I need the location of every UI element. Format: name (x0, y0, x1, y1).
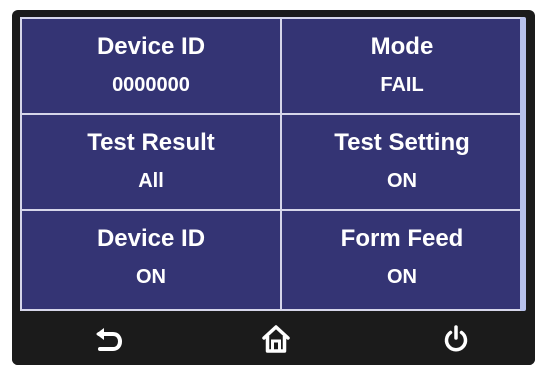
home-button[interactable] (258, 323, 294, 355)
bottom-nav-bar (12, 313, 535, 365)
device-screen: Device ID 0000000 Mode FAIL Test Result … (12, 10, 535, 365)
setting-label: Device ID (96, 33, 206, 60)
setting-label: Test Setting (334, 129, 470, 156)
setting-value: ON (387, 266, 417, 288)
back-button[interactable] (90, 323, 126, 355)
setting-value: FAIL (380, 74, 424, 96)
home-icon (262, 325, 290, 353)
setting-device-id-print[interactable]: Device ID ON (20, 209, 282, 311)
setting-value: ON (387, 170, 417, 192)
setting-label: Device ID (96, 225, 206, 252)
setting-label: Test Result (87, 129, 215, 156)
setting-label: Mode (370, 33, 434, 60)
setting-mode[interactable]: Mode FAIL (280, 17, 524, 115)
power-button[interactable] (438, 323, 474, 355)
setting-test-result[interactable]: Test Result All (20, 113, 282, 211)
scrollbar[interactable] (520, 17, 526, 311)
settings-grid: Device ID 0000000 Mode FAIL Test Result … (20, 17, 524, 311)
back-icon (96, 328, 122, 351)
setting-value: ON (136, 266, 166, 288)
setting-value: 0000000 (112, 74, 190, 96)
setting-value: All (138, 170, 164, 192)
settings-panel: Device ID 0000000 Mode FAIL Test Result … (20, 17, 524, 311)
power-icon (444, 325, 468, 352)
setting-device-id[interactable]: Device ID 0000000 (20, 17, 282, 115)
setting-form-feed[interactable]: Form Feed ON (280, 209, 524, 311)
setting-label: Form Feed (340, 225, 464, 252)
setting-test-setting[interactable]: Test Setting ON (280, 113, 524, 211)
